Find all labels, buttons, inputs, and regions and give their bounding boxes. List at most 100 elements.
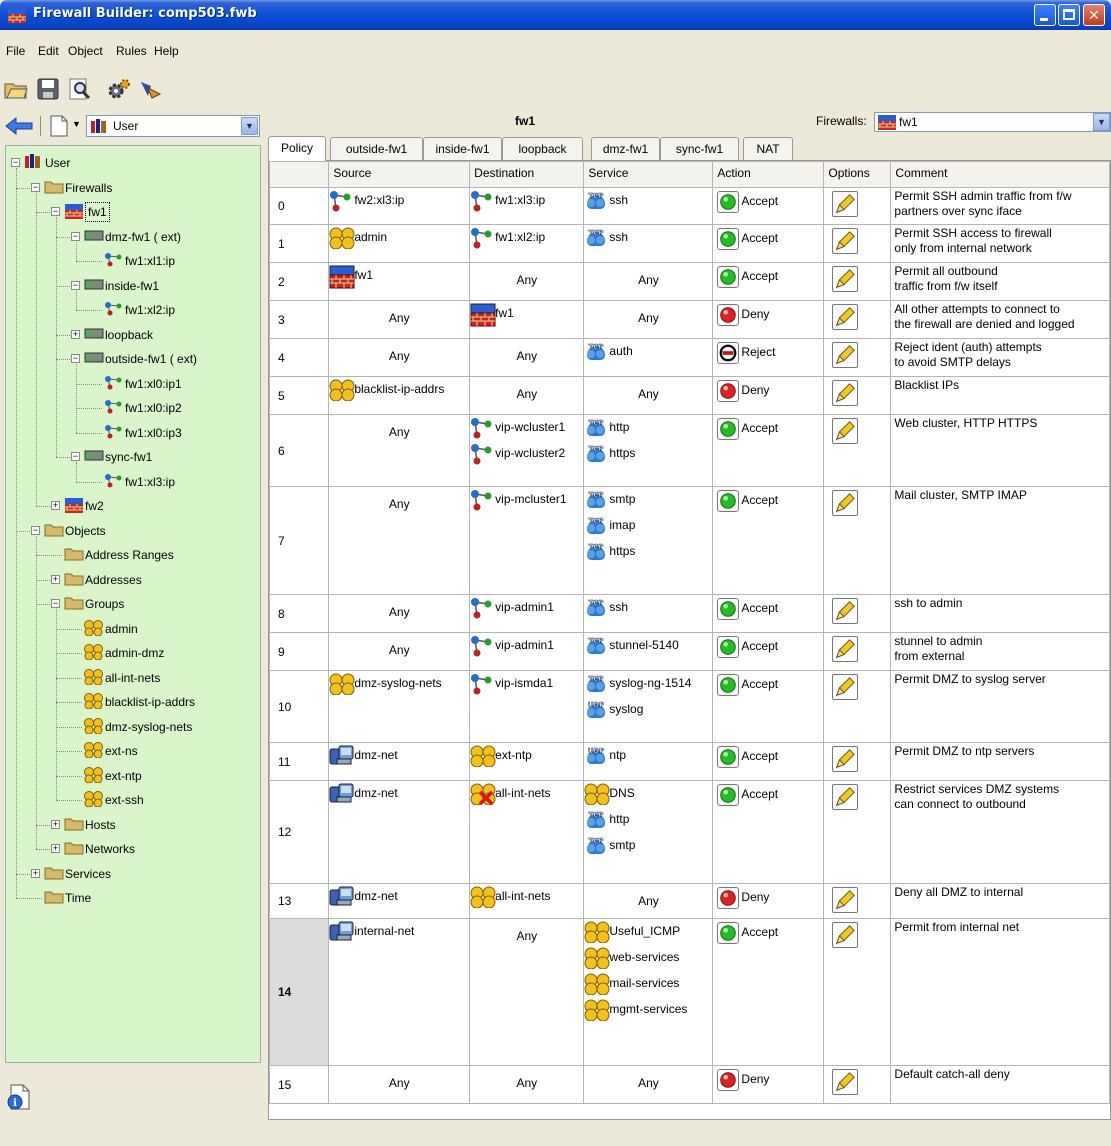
destination-cell[interactable]: Any xyxy=(469,1065,585,1104)
rule-row[interactable]: 3 Any fw1 Any Deny All other attempts to conn… xyxy=(269,300,1110,339)
comment-cell[interactable]: stunnel to admin from external xyxy=(890,632,1110,671)
destination-cell[interactable]: vip-ismda1 xyxy=(469,670,585,743)
destination-cell[interactable]: Any xyxy=(469,262,585,301)
rule-row[interactable]: 15 Any Any Any Deny Default catch-all deny xyxy=(269,1065,1110,1104)
rule-row[interactable]: 13 dmz-net all-int-nets Any Deny Deny all DMZ… xyxy=(269,883,1110,919)
rule-number[interactable]: 8 xyxy=(269,594,330,633)
tree-item[interactable]: fw1:xl1:ip xyxy=(6,251,260,271)
service-cell[interactable]: TCP ssh xyxy=(583,224,714,263)
source-cell[interactable]: Any xyxy=(328,594,471,633)
close-button[interactable]: ✕ xyxy=(1083,4,1105,26)
comment-cell[interactable]: Permit all outbound traffic from f/w itse… xyxy=(890,262,1110,301)
install-icon[interactable] xyxy=(138,78,162,100)
source-object[interactable]: fw2:xl3:ip xyxy=(330,189,469,215)
source-object[interactable]: fw1 xyxy=(329,264,469,290)
comment-cell[interactable]: Blacklist IPs xyxy=(890,376,1110,415)
service-cell[interactable]: TCP syslog-ng-1514 UDP syslog xyxy=(583,670,714,743)
destination-cell[interactable]: vip-admin1 xyxy=(469,632,585,671)
rule-row[interactable]: 1 admin fw1:xl2:ip TCP ssh Accept Permit SSH a… xyxy=(269,224,1110,263)
destination-object[interactable]: vip-wcluster2 xyxy=(471,441,583,467)
collapse-icon[interactable]: − xyxy=(51,207,60,216)
source-object[interactable]: admin xyxy=(329,226,469,252)
action-cell[interactable]: Deny xyxy=(712,883,825,919)
source-cell[interactable]: Any xyxy=(328,486,471,595)
tree-item[interactable]: + fw2 xyxy=(6,496,260,516)
tab-outside-fw1[interactable]: outside-fw1 xyxy=(330,137,423,160)
service-object[interactable]: TCP syslog-ng-1514 xyxy=(585,672,712,698)
service-object[interactable]: TCP ssh xyxy=(585,226,712,252)
expand-icon[interactable]: + xyxy=(51,574,60,584)
destination-object[interactable]: vip-admin1 xyxy=(471,596,583,622)
options-cell[interactable] xyxy=(823,187,892,225)
tree-item[interactable]: ext-ns xyxy=(6,741,260,761)
comment-cell[interactable]: ssh to admin xyxy=(890,594,1110,633)
menu-object[interactable]: Object xyxy=(68,44,103,58)
options-cell[interactable] xyxy=(823,632,892,671)
tree-item[interactable]: − outside-fw1 ( ext) xyxy=(6,349,260,369)
service-cell[interactable]: TCP stunnel-5140 xyxy=(583,632,714,671)
tree-item[interactable]: − fw1 xyxy=(6,202,260,222)
pencil-edit-icon[interactable] xyxy=(832,746,859,772)
rule-number[interactable]: 9 xyxy=(269,632,330,671)
action-cell[interactable]: Accept xyxy=(712,594,825,633)
source-cell[interactable]: Any xyxy=(328,300,471,339)
destination-cell[interactable]: Any xyxy=(469,918,585,1066)
pencil-edit-icon[interactable] xyxy=(832,887,859,913)
pencil-edit-icon[interactable] xyxy=(832,598,859,624)
service-object[interactable]: UDP syslog xyxy=(585,697,712,723)
comment-cell[interactable]: Permit DMZ to syslog server xyxy=(890,670,1110,743)
chevron-down-icon[interactable]: ▼ xyxy=(241,117,258,135)
comment-cell[interactable]: Mail cluster, SMTP IMAP xyxy=(890,486,1110,595)
options-cell[interactable] xyxy=(823,486,892,595)
rule-number[interactable]: 4 xyxy=(269,338,330,377)
tree-item[interactable]: fw1:xl2:ip xyxy=(6,300,260,320)
source-object[interactable]: dmz-net xyxy=(329,885,469,911)
service-object[interactable]: mgmt-services xyxy=(584,997,712,1023)
action-cell[interactable]: Accept xyxy=(712,780,825,884)
options-cell[interactable] xyxy=(823,338,892,377)
source-cell[interactable]: Any xyxy=(328,632,471,671)
action-cell[interactable]: Deny xyxy=(712,376,825,415)
service-object[interactable]: DNS xyxy=(584,782,712,808)
source-object[interactable]: dmz-net xyxy=(329,744,469,770)
collapse-icon[interactable]: − xyxy=(11,158,20,167)
chevron-down-icon[interactable]: ▼ xyxy=(1093,113,1110,131)
collapse-icon[interactable]: − xyxy=(71,231,80,241)
maximize-button[interactable] xyxy=(1058,4,1080,26)
action-cell[interactable]: Accept xyxy=(712,224,825,263)
options-cell[interactable] xyxy=(823,262,892,301)
menu-file[interactable]: File xyxy=(6,44,25,58)
tree-item[interactable]: + Hosts xyxy=(6,815,260,835)
tab-inside-fw1[interactable]: inside-fw1 xyxy=(423,137,502,160)
rule-number[interactable]: 7 xyxy=(269,486,330,595)
comment-cell[interactable]: All other attempts to connect to the fire… xyxy=(890,300,1110,339)
service-object[interactable]: TCP smtp xyxy=(585,833,712,859)
destination-object[interactable]: fw1:xl2:ip xyxy=(471,226,583,252)
pencil-edit-icon[interactable] xyxy=(832,674,859,700)
pencil-edit-icon[interactable] xyxy=(832,266,859,292)
comment-cell[interactable]: Permit SSH access to firewall only from i… xyxy=(890,224,1110,263)
service-object[interactable]: TCP https xyxy=(585,441,712,467)
back-arrow-icon[interactable] xyxy=(4,116,34,136)
pencil-edit-icon[interactable] xyxy=(832,304,859,330)
find-magnifier-icon[interactable] xyxy=(68,78,92,100)
rule-row[interactable]: 4 Any Any TCP auth Reject Reject ident (auth) … xyxy=(269,338,1110,377)
pencil-edit-icon[interactable] xyxy=(832,418,859,444)
rule-number[interactable]: 14 xyxy=(269,918,330,1066)
destination-cell[interactable]: Any xyxy=(469,338,585,377)
options-cell[interactable] xyxy=(823,1065,892,1104)
expand-icon[interactable]: + xyxy=(51,819,60,829)
action-cell[interactable]: Accept xyxy=(712,670,825,743)
tree-item[interactable]: fw1:xl0:ip1 xyxy=(6,374,260,394)
service-cell[interactable]: Any xyxy=(583,262,714,301)
tree-item[interactable]: − Firewalls xyxy=(6,178,260,198)
new-object-icon[interactable] xyxy=(50,115,68,137)
destination-object[interactable]: fw1 xyxy=(470,302,583,328)
source-object[interactable]: dmz-net xyxy=(329,782,469,808)
column-header-options[interactable]: Options xyxy=(823,161,892,188)
destination-cell[interactable]: vip-wcluster1 vip-wcluster2 xyxy=(469,414,585,487)
source-cell[interactable]: Any xyxy=(328,338,471,377)
tab-loopback[interactable]: loopback xyxy=(502,137,583,160)
open-folder-icon[interactable] xyxy=(4,78,28,100)
service-object[interactable]: TCP stunnel-5140 xyxy=(585,634,712,660)
